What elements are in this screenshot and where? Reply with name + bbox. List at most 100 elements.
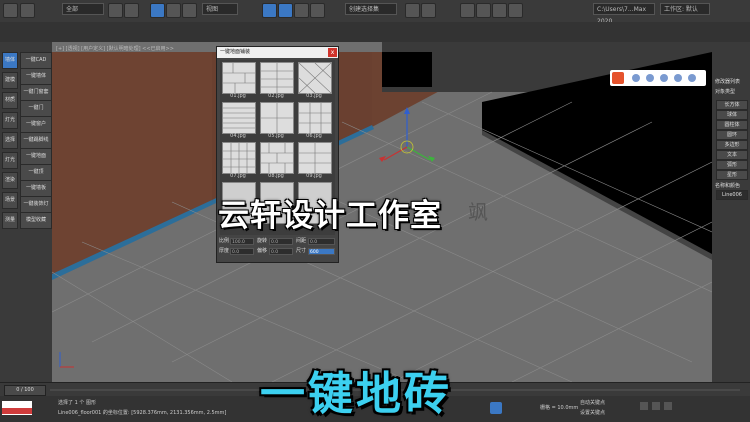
params-row-1: 比例 100.0 旋转 0.0 间距 0.0 (217, 237, 338, 246)
select-object-icon[interactable] (108, 3, 123, 18)
viewport-label[interactable]: [+] [透视] [用户定义] [默认明暗处理] <<已启用>> (56, 45, 174, 52)
gap-label: 间距 (296, 238, 307, 244)
redo-icon[interactable] (20, 3, 35, 18)
percent-snap-icon[interactable] (294, 3, 309, 18)
dialog-title: 一键地面铺装 (220, 49, 251, 55)
select-scale-icon[interactable] (182, 3, 197, 18)
rotate-field[interactable]: 0.0 (269, 238, 293, 245)
one-click-floor-button[interactable]: 一键地面 (20, 148, 52, 165)
one-click-lamp-button[interactable]: 一键装饰灯 (20, 196, 52, 213)
ratio-field[interactable]: 100.0 (230, 238, 254, 245)
torus-button[interactable]: 圆环 (716, 130, 748, 140)
tab-measure[interactable]: 测量 (2, 212, 18, 229)
ime-toolbar[interactable] (610, 70, 706, 86)
tile-thumbnail[interactable] (298, 142, 332, 174)
ribbon-row (0, 22, 750, 42)
grid-status: 栅格 = 10.0mm (540, 405, 579, 411)
plugin-panel: 墙体 建模 材质 灯光 选择 灯光 渲染 场景 测量 一键CAD 一键墙体 一键… (0, 42, 52, 382)
tile-label: 07.jpg (230, 173, 246, 179)
object-type-heading: 对象类型 (715, 89, 736, 95)
tile-thumbnail[interactable] (298, 102, 332, 134)
tile-label: 01.jpg (230, 93, 246, 99)
tile-thumbnail[interactable] (222, 142, 256, 174)
tab-scene[interactable]: 场景 (2, 192, 18, 209)
sphere-button[interactable]: 球体 (716, 110, 748, 120)
cylinder-button[interactable]: 圆柱体 (716, 120, 748, 130)
size-field[interactable]: 600 (308, 248, 335, 255)
spinner-snap-icon[interactable] (310, 3, 325, 18)
thickness-field[interactable]: 0.0 (230, 248, 254, 255)
one-click-door-button[interactable]: 一键门 (20, 100, 52, 117)
reference-coord-select[interactable]: 视图 (202, 3, 238, 15)
angle-snap-icon[interactable] (278, 3, 293, 18)
model-favorites-button[interactable]: 模型收藏 (20, 212, 52, 229)
one-click-cad-button[interactable]: 一键CAD (20, 52, 52, 69)
tile-thumbnail[interactable] (222, 62, 256, 94)
lock-selection-icon[interactable] (490, 402, 502, 414)
tile-thumbnail[interactable] (260, 102, 294, 134)
rotate-label: 旋转 (257, 238, 268, 244)
workspace-select[interactable]: 工作区: 默认 (660, 3, 710, 15)
tab-render[interactable]: 渲染 (2, 172, 18, 189)
tab-material[interactable]: 材质 (2, 92, 18, 109)
offset-label: 偏移 (257, 248, 268, 254)
name-color-heading: 名称和颜色 (715, 183, 741, 189)
offset-field[interactable]: 0.0 (269, 248, 293, 255)
tab-modeling[interactable]: 建模 (2, 72, 18, 89)
play-icon[interactable] (652, 402, 660, 410)
one-click-window-button[interactable]: 一键窗户 (20, 116, 52, 133)
size-label: 尺寸 (296, 248, 307, 254)
one-click-ceiling-button[interactable]: 一键顶 (20, 164, 52, 181)
tile-label: 06.jpg (306, 133, 322, 139)
render-icon[interactable] (508, 3, 523, 18)
star-button[interactable]: 星形 (716, 170, 748, 180)
object-name-field[interactable]: Line006 (716, 190, 748, 200)
text-button[interactable]: 文本 (716, 150, 748, 160)
ratio-label: 比例 (219, 238, 230, 244)
box-button[interactable]: 长方体 (716, 100, 748, 110)
main-toolbar: 全部 视图 创建选择集 C:\Users\7...Max 2020 工作区: 默… (0, 0, 750, 43)
one-click-baseboard-button[interactable]: 一键踢脚线 (20, 132, 52, 149)
render-setup-icon[interactable] (476, 3, 491, 18)
tile-thumbnail[interactable] (260, 62, 294, 94)
named-selection-set[interactable]: 创建选择集 (345, 3, 397, 15)
tab-light[interactable]: 灯光 (2, 112, 18, 129)
tile-label: 02.jpg (268, 93, 284, 99)
dialog-titlebar[interactable]: 一键地面铺装 x (217, 47, 338, 58)
snap-toggle-icon[interactable] (262, 3, 277, 18)
one-click-frame-button[interactable]: 一键门窗套 (20, 84, 52, 101)
maxscript-error-indicator (2, 408, 32, 414)
arc-button[interactable]: 弧形 (716, 160, 748, 170)
tile-thumbnail[interactable] (298, 62, 332, 94)
play-forward-icon[interactable] (664, 402, 672, 410)
one-click-wallpanel-button[interactable]: 一键墙板 (20, 180, 52, 197)
select-by-name-icon[interactable] (124, 3, 139, 18)
ghost-text: 飒 (468, 200, 488, 224)
ime-mode-icon (632, 74, 640, 82)
select-rotate-icon[interactable] (166, 3, 181, 18)
material-editor-icon[interactable] (460, 3, 475, 18)
tile-thumbnail[interactable] (260, 142, 294, 174)
tile-thumbnail[interactable] (222, 102, 256, 134)
selection-filter-select[interactable]: 全部 (62, 3, 104, 15)
time-slider-handle[interactable]: 0 / 100 (4, 385, 46, 396)
gap-field[interactable]: 0.0 (308, 238, 335, 245)
play-back-icon[interactable] (640, 402, 648, 410)
select-move-icon[interactable] (150, 3, 165, 18)
render-frame-icon[interactable] (492, 3, 507, 18)
undo-icon[interactable] (3, 3, 18, 18)
tile-label: 09.jpg (306, 173, 322, 179)
align-icon[interactable] (421, 3, 436, 18)
studio-watermark: 云轩设计工作室 (218, 198, 442, 234)
close-button[interactable]: x (328, 48, 337, 57)
polygon-button[interactable]: 多边形 (716, 140, 748, 150)
mirror-icon[interactable] (405, 3, 420, 18)
autokey-button[interactable]: 自动关键点 (580, 399, 605, 406)
one-click-wall-button[interactable]: 一键墙体 (20, 68, 52, 85)
project-path-field[interactable]: C:\Users\7...Max 2020 (593, 3, 655, 25)
tab-light-2[interactable]: 灯光 (2, 152, 18, 169)
tab-select[interactable]: 选择 (2, 132, 18, 149)
setkey-button[interactable]: 设置关键点 (580, 409, 605, 416)
tab-wall[interactable]: 墙体 (2, 52, 18, 69)
modifier-list-label[interactable]: 修改器列表 (715, 78, 740, 85)
